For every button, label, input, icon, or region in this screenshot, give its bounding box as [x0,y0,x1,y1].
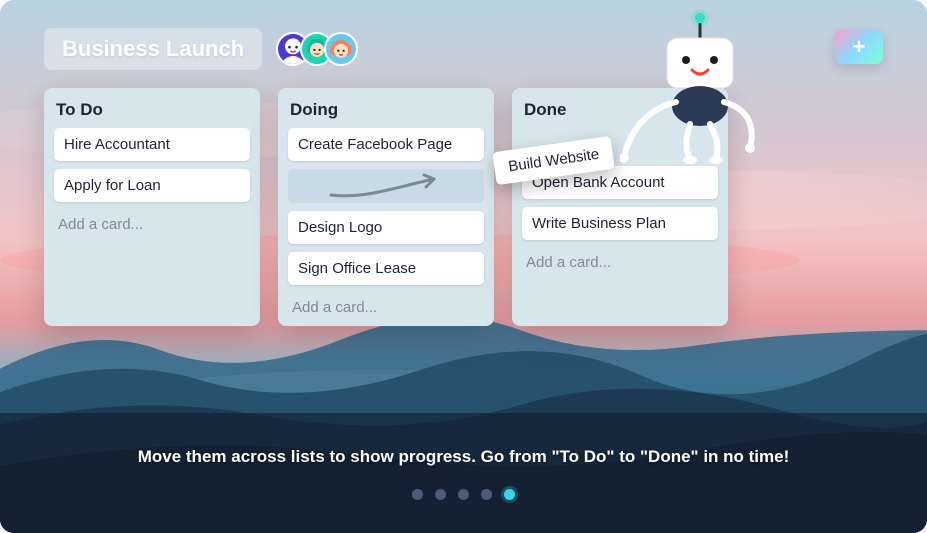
card[interactable]: Sign Office Lease [288,252,484,285]
card[interactable]: Hire Accountant [54,128,250,161]
avatar-stack [276,32,358,66]
pager-dot[interactable] [458,489,469,500]
pager-dot[interactable] [481,489,492,500]
caption-bar: Move them across lists to show progress.… [0,413,927,533]
list-title: Doing [288,98,484,128]
board-title[interactable]: Business Launch [44,28,262,70]
avatar-3[interactable] [324,32,358,66]
caption-text: Move them across lists to show progress.… [138,447,790,467]
card[interactable]: Create Facebook Page [288,128,484,161]
kanban-stage: Business Launch + To Do Hire Accountant … [0,0,927,533]
list-todo: To Do Hire Accountant Apply for Loan Add… [44,88,260,326]
pager-dot-active[interactable] [504,489,515,500]
list-doing: Doing Create Facebook Page Design Logo S… [278,88,494,326]
list-title: To Do [54,98,250,128]
add-card[interactable]: Add a card... [54,210,250,233]
list-done: Done Open Bank Account Write Business Pl… [512,88,728,326]
add-button[interactable]: + [835,30,883,64]
board-header: Business Launch [44,28,358,70]
add-card[interactable]: Add a card... [522,248,718,271]
board-lists: To Do Hire Accountant Apply for Loan Add… [44,88,728,326]
card[interactable]: Design Logo [288,211,484,244]
pager-dot[interactable] [435,489,446,500]
card[interactable]: Apply for Loan [54,169,250,202]
add-card[interactable]: Add a card... [288,293,484,316]
drag-arrow-icon [326,171,446,201]
pager-dot[interactable] [412,489,423,500]
card-drop-placeholder[interactable] [288,169,484,203]
card[interactable]: Write Business Plan [522,207,718,240]
list-title: Done [522,98,718,128]
pager-dots [412,489,515,500]
